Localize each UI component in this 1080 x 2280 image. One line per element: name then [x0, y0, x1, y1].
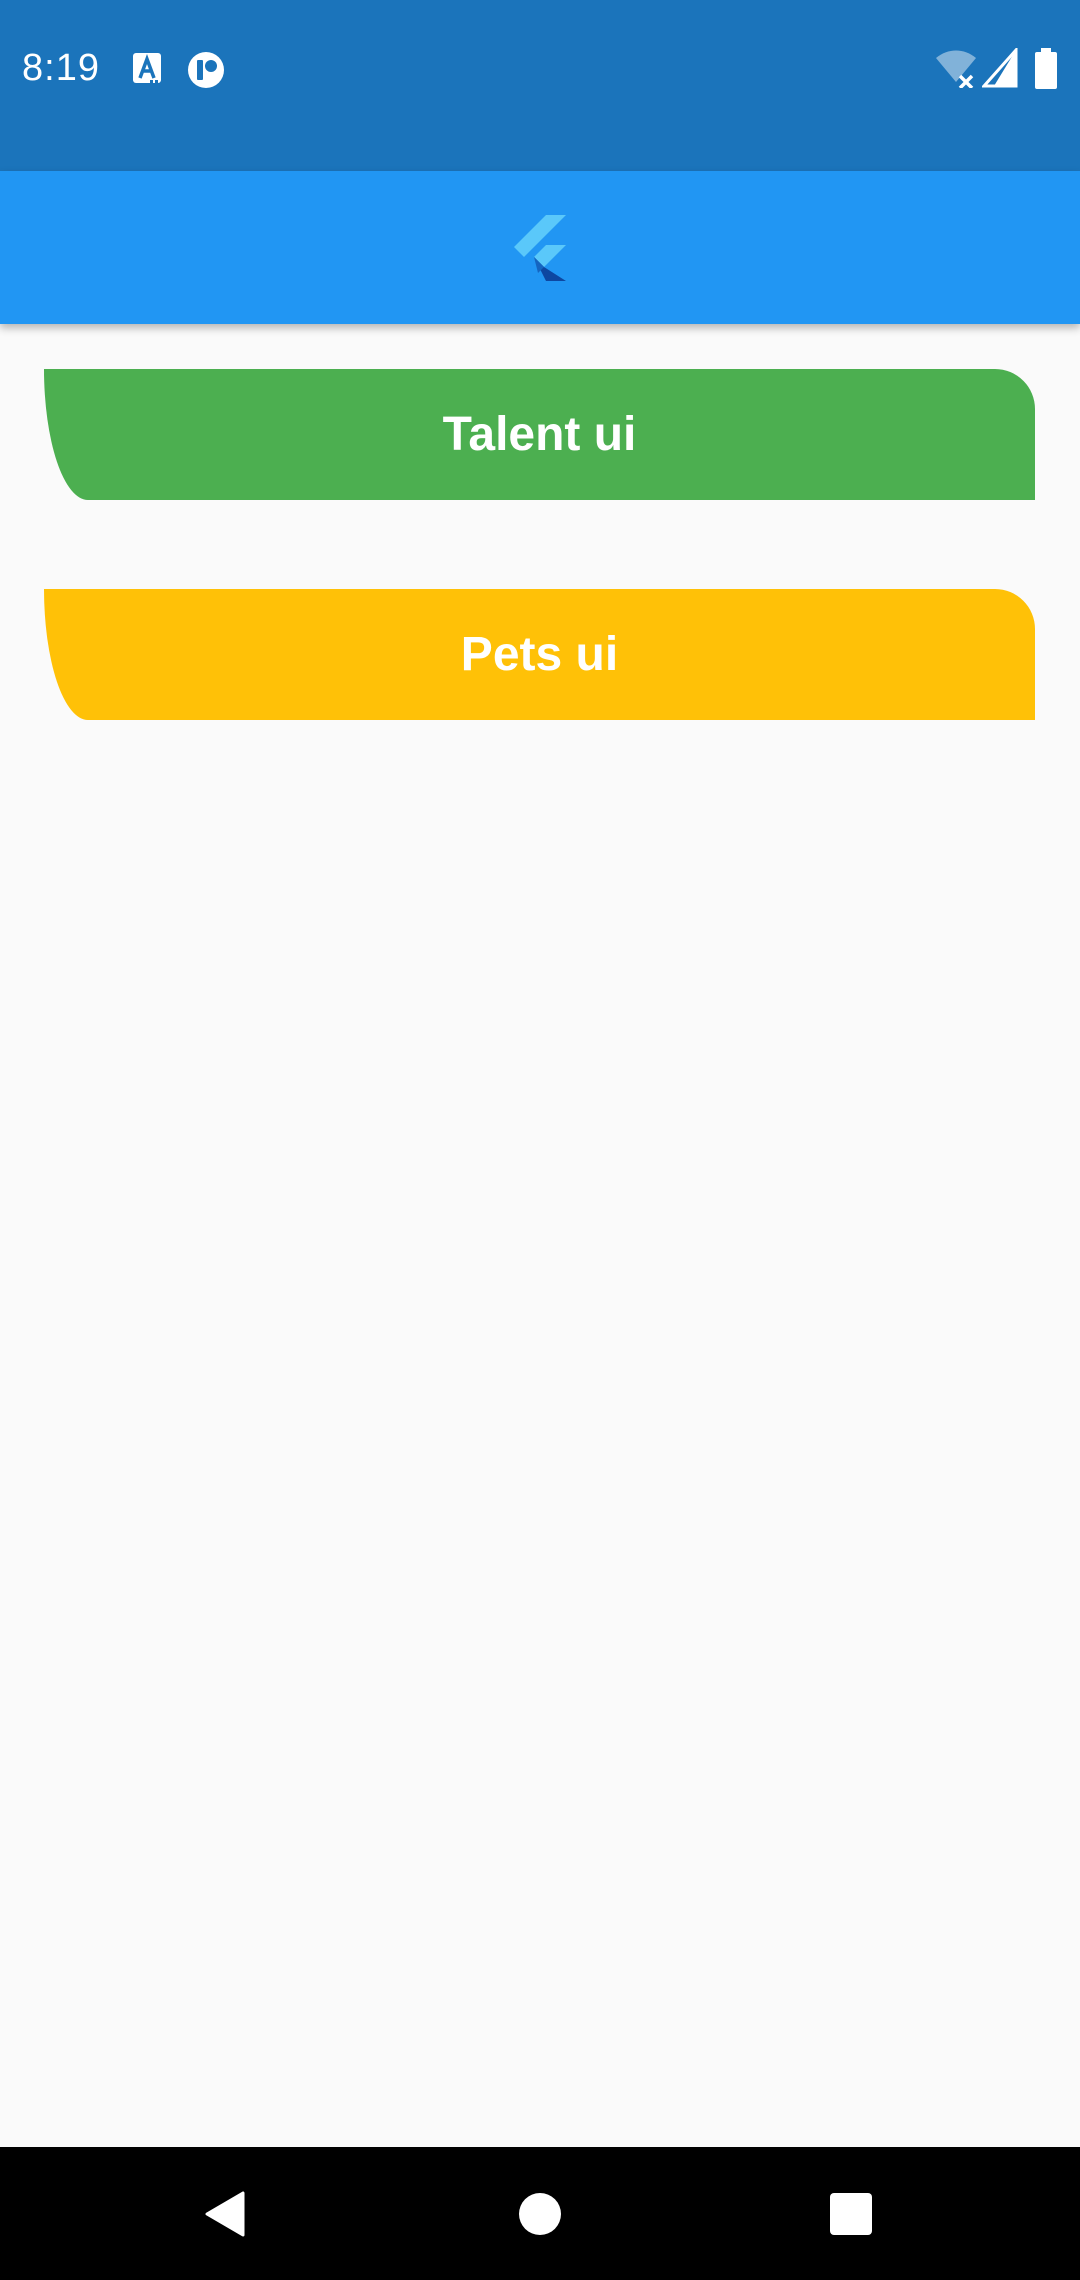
pinterest-like-icon: [188, 52, 224, 88]
recents-icon[interactable]: [828, 2191, 874, 2237]
app-bar: [0, 171, 1080, 324]
status-time: 8:19: [22, 47, 100, 89]
translate-icon: [133, 53, 161, 83]
talent-ui-button-label: Talent ui: [442, 408, 637, 461]
pets-ui-button-label: Pets ui: [460, 628, 619, 681]
talent-ui-button[interactable]: Talent ui: [44, 369, 1035, 500]
status-bar: 8:19: [0, 0, 1080, 171]
screen: 8:19 Talent ui Pets ui: [0, 0, 1080, 2280]
wifi-off-icon: [936, 50, 976, 88]
system-navigation-bar: [0, 2147, 1080, 2280]
home-icon[interactable]: [517, 2191, 563, 2237]
battery-icon: [1035, 48, 1057, 89]
cell-signal-icon: [982, 48, 1018, 88]
flutter-logo-icon: [514, 215, 566, 281]
pets-ui-button[interactable]: Pets ui: [44, 589, 1035, 720]
back-icon[interactable]: [203, 2191, 249, 2237]
